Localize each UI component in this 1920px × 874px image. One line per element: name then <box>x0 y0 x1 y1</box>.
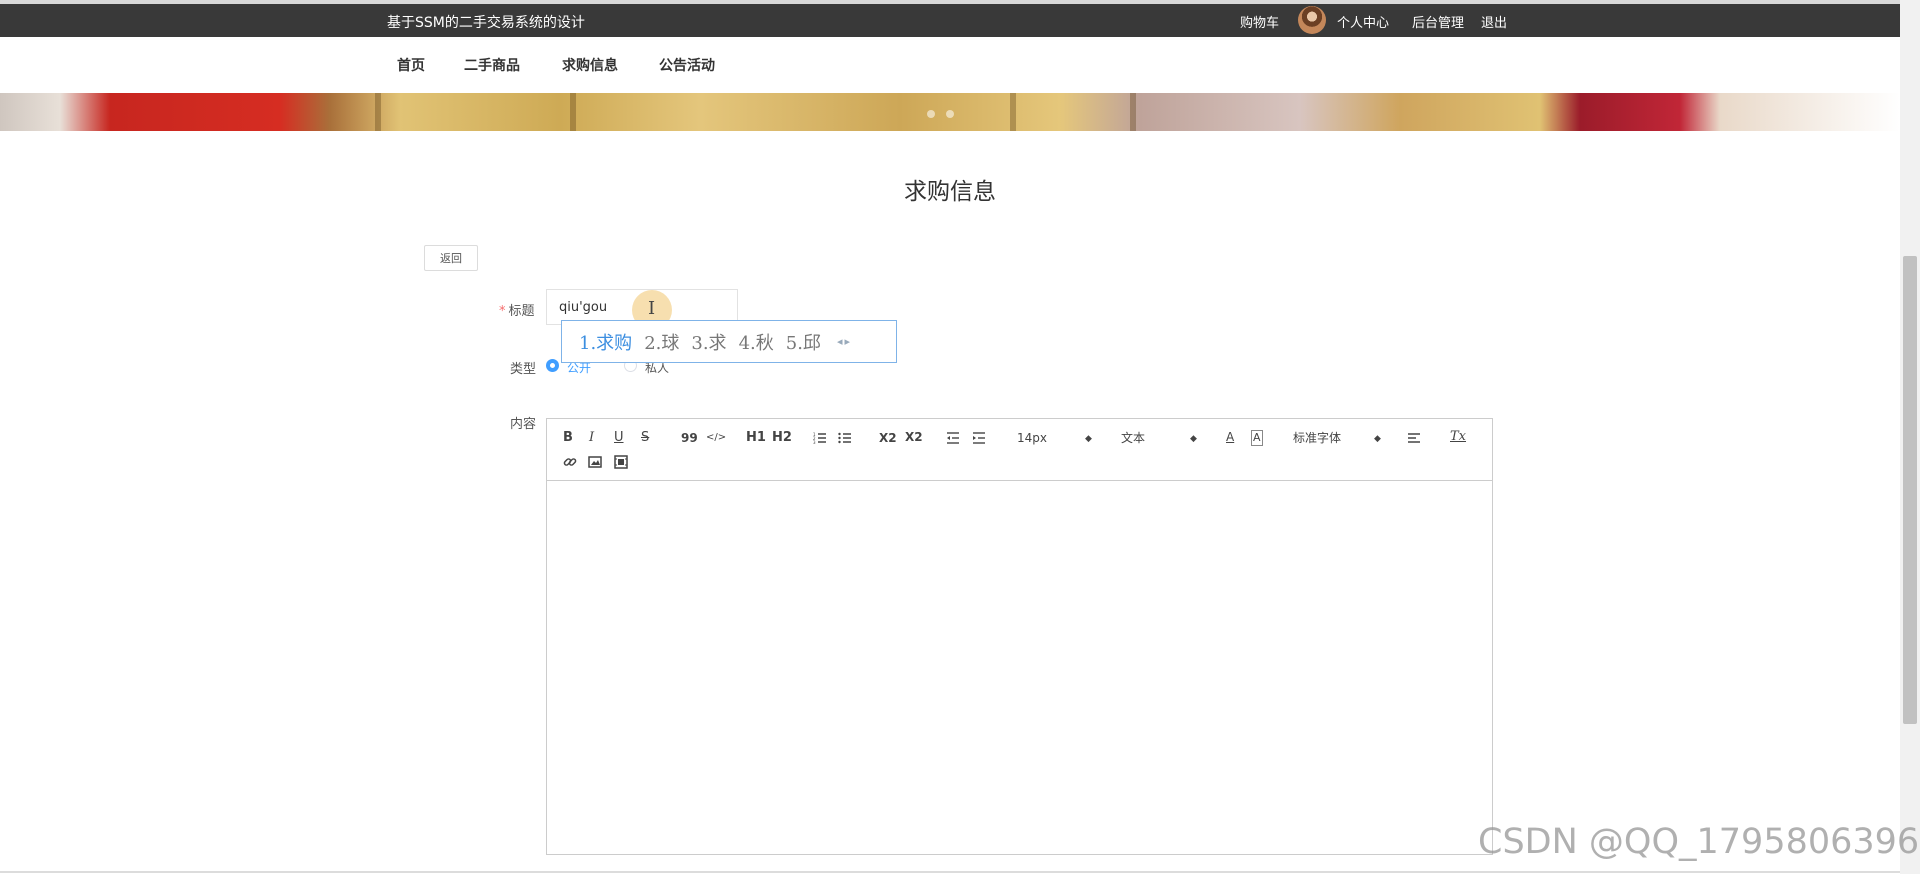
content-label: 内容 <box>510 417 537 432</box>
carousel-dot[interactable] <box>927 110 935 118</box>
outdent-icon[interactable] <box>946 431 960 445</box>
bottom-divider <box>0 871 1900 873</box>
profile-link[interactable]: 个人中心 <box>1337 12 1389 31</box>
scrollbar-thumb[interactable] <box>1903 256 1917 724</box>
main-nav: 首页 二手商品 求购信息 公告活动 <box>0 37 1900 93</box>
svg-text:3: 3 <box>813 440 816 445</box>
top-bar: 基于SSM的二手交易系统的设计 购物车 个人中心 后台管理 退出 <box>0 0 1900 37</box>
ime-candidate[interactable]: 3.求 <box>691 329 726 355</box>
ime-candidate-window[interactable]: 1.求购 2.球 3.求 4.秋 5.邱 ◂▸ <box>561 320 897 363</box>
editor-content-area[interactable] <box>547 481 1492 854</box>
image-icon[interactable] <box>588 455 602 469</box>
h1-button[interactable]: H1 <box>746 431 766 445</box>
required-icon: * <box>499 304 506 319</box>
title-label-text: 标题 <box>508 304 535 319</box>
rich-text-editor: B I U S 99 </> H1 H2 123 X2 X2 14px ◆ 文本… <box>546 418 1493 855</box>
indent-icon[interactable] <box>972 431 986 445</box>
logout-link[interactable]: 退出 <box>1481 12 1507 31</box>
site-title: 基于SSM的二手交易系统的设计 <box>387 15 585 31</box>
nav-item-home[interactable]: 首页 <box>397 55 425 75</box>
align-icon[interactable] <box>1407 431 1421 445</box>
font-size-chevron-icon[interactable]: ◆ <box>1085 432 1092 446</box>
nav-item-wanted[interactable]: 求购信息 <box>562 55 618 75</box>
clear-format-button[interactable]: Tx <box>1450 430 1466 444</box>
page-title: 求购信息 <box>904 179 996 205</box>
header-select[interactable]: 文本 <box>1121 431 1145 445</box>
link-icon[interactable] <box>563 455 577 469</box>
font-color-icon[interactable]: A <box>1226 430 1234 444</box>
carousel-dot[interactable] <box>946 110 954 118</box>
superscript-button[interactable]: X2 <box>905 430 923 444</box>
watermark: CSDN @QQ_1795806396 <box>1478 822 1920 862</box>
banner-divider <box>1130 93 1136 131</box>
banner-divider <box>375 93 381 131</box>
back-button[interactable]: 返回 <box>424 245 478 271</box>
font-size-select[interactable]: 14px <box>1017 431 1047 445</box>
header-chevron-icon[interactable]: ◆ <box>1190 432 1197 446</box>
bold-button[interactable]: B <box>563 431 573 445</box>
title-label: * 标题 <box>499 300 535 319</box>
font-family-select[interactable]: 标准字体 <box>1293 431 1341 445</box>
ime-page-arrows-icon[interactable]: ◂▸ <box>837 335 852 348</box>
ordered-list-icon[interactable]: 123 <box>813 431 827 445</box>
video-icon[interactable] <box>614 455 628 469</box>
ime-candidate[interactable]: 4.秋 <box>739 329 774 355</box>
admin-link[interactable]: 后台管理 <box>1412 12 1464 31</box>
banner-divider <box>570 93 576 131</box>
background-color-icon[interactable]: A <box>1251 430 1263 446</box>
user-avatar[interactable] <box>1298 6 1326 34</box>
editor-toolbar: B I U S 99 </> H1 H2 123 X2 X2 14px ◆ 文本… <box>547 419 1492 481</box>
text-cursor-icon: I <box>648 298 656 319</box>
code-block-button[interactable]: </> <box>706 431 726 445</box>
nav-item-announcements[interactable]: 公告活动 <box>659 55 715 75</box>
ime-candidate[interactable]: 5.邱 <box>786 329 821 355</box>
italic-button[interactable]: I <box>589 431 594 445</box>
radio-public[interactable] <box>546 359 559 372</box>
underline-button[interactable]: U <box>614 431 624 445</box>
strike-button[interactable]: S <box>641 431 649 445</box>
subscript-button[interactable]: X2 <box>879 431 897 445</box>
banner-divider <box>1010 93 1016 131</box>
type-label: 类型 <box>510 362 537 377</box>
h2-button[interactable]: H2 <box>772 431 792 445</box>
blockquote-button[interactable]: 99 <box>681 431 698 445</box>
font-family-chevron-icon[interactable]: ◆ <box>1374 432 1381 446</box>
cart-link[interactable]: 购物车 <box>1240 12 1279 31</box>
ime-candidate[interactable]: 1.求购 <box>579 329 632 355</box>
ime-candidate[interactable]: 2.球 <box>644 329 679 355</box>
banner-carousel[interactable] <box>0 93 1900 131</box>
nav-item-goods[interactable]: 二手商品 <box>464 55 520 75</box>
bullet-list-icon[interactable] <box>838 431 852 445</box>
